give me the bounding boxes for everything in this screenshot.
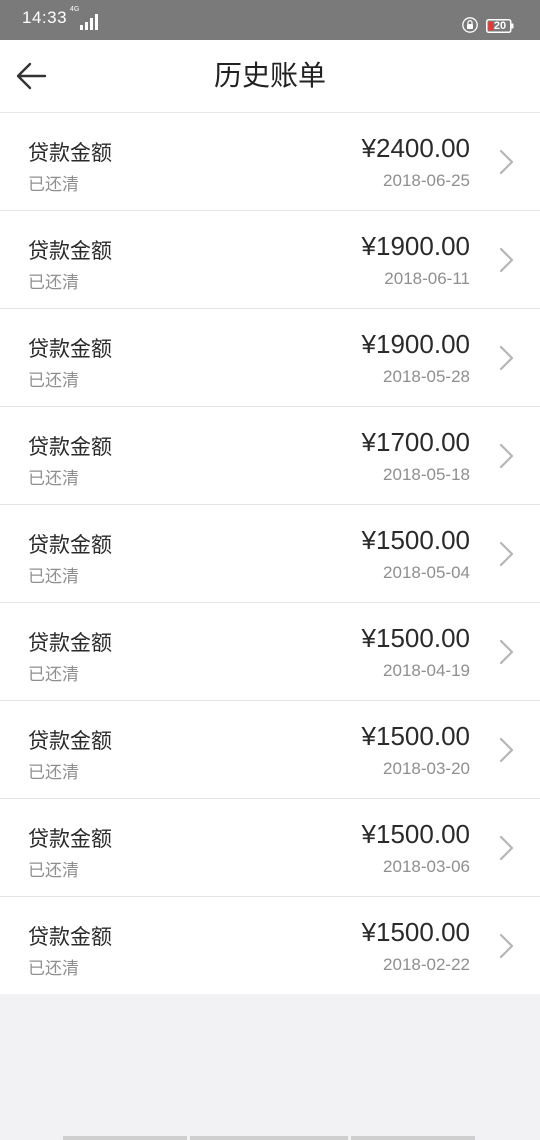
nav-gesture-bar[interactable] <box>190 1136 348 1140</box>
bill-label: 贷款金额 <box>28 729 112 753</box>
bill-label: 贷款金额 <box>28 435 112 459</box>
bill-amount: ¥1900.00 <box>361 231 470 261</box>
bill-date: 2018-03-06 <box>383 857 470 876</box>
bill-row[interactable]: 贷款金额 已还清 ¥1900.00 2018-06-11 <box>0 211 540 309</box>
page-title: 历史账单 <box>213 59 326 92</box>
bill-amount: ¥1500.00 <box>361 721 470 751</box>
chevron-right-icon <box>499 443 514 469</box>
status-time: 14:33 <box>22 8 68 27</box>
bill-amount: ¥2400.00 <box>361 133 470 163</box>
bill-date: 2018-02-22 <box>383 955 470 974</box>
chevron-right-icon <box>499 737 514 763</box>
bill-amount: ¥1500.00 <box>361 525 470 555</box>
bill-row[interactable]: 贷款金额 已还清 ¥1500.00 2018-05-04 <box>0 505 540 603</box>
bill-amount: ¥1500.00 <box>361 623 470 653</box>
bill-row[interactable]: 贷款金额 已还清 ¥1500.00 2018-03-20 <box>0 701 540 799</box>
bill-row[interactable]: 贷款金额 已还清 ¥2400.00 2018-06-25 <box>0 113 540 211</box>
bill-amount: ¥1700.00 <box>361 427 470 457</box>
bill-status: 已还清 <box>28 763 79 783</box>
bill-date: 2018-05-28 <box>383 367 470 386</box>
chevron-right-icon <box>499 835 514 861</box>
bill-status: 已还清 <box>28 861 79 881</box>
network-type-label: 4G <box>70 6 80 13</box>
bill-amount: ¥1500.00 <box>361 819 470 849</box>
bill-status: 已还清 <box>28 959 79 979</box>
bill-status: 已还清 <box>28 567 79 587</box>
bill-status: 已还清 <box>28 469 79 489</box>
signal-strength-icon <box>80 14 98 30</box>
bill-date: 2018-06-11 <box>384 269 470 288</box>
header-bar: 历史账单 <box>0 40 540 113</box>
bill-label: 贷款金额 <box>28 925 112 949</box>
bill-date: 2018-04-19 <box>383 661 470 680</box>
bill-status: 已还清 <box>28 371 79 391</box>
bill-amount: ¥1900.00 <box>361 329 470 359</box>
bill-label: 贷款金额 <box>28 533 112 557</box>
bill-row[interactable]: 贷款金额 已还清 ¥1500.00 2018-02-22 <box>0 897 540 994</box>
screen-lock-icon <box>462 17 478 33</box>
bill-label: 贷款金额 <box>28 827 112 851</box>
bill-row[interactable]: 贷款金额 已还清 ¥1900.00 2018-05-28 <box>0 309 540 407</box>
back-button[interactable] <box>12 56 52 96</box>
bill-row[interactable]: 贷款金额 已还清 ¥1700.00 2018-05-18 <box>0 407 540 505</box>
bill-date: 2018-03-20 <box>383 759 470 778</box>
chevron-right-icon <box>499 247 514 273</box>
bill-list: 贷款金额 已还清 ¥2400.00 2018-06-25 贷款金额 已还清 ¥1… <box>0 113 540 994</box>
chevron-right-icon <box>499 933 514 959</box>
status-bar: 14:33 4G 20 <box>0 0 540 40</box>
bill-date: 2018-05-18 <box>383 465 470 484</box>
bill-label: 贷款金额 <box>28 141 112 165</box>
bill-row[interactable]: 贷款金额 已还清 ¥1500.00 2018-04-19 <box>0 603 540 701</box>
bill-label: 贷款金额 <box>28 337 112 361</box>
bill-status: 已还清 <box>28 273 79 293</box>
bill-status: 已还清 <box>28 175 79 195</box>
bill-date: 2018-05-04 <box>383 563 470 582</box>
bill-label: 贷款金额 <box>28 631 112 655</box>
bill-row[interactable]: 贷款金额 已还清 ¥1500.00 2018-03-06 <box>0 799 540 897</box>
bill-status: 已还清 <box>28 665 79 685</box>
battery-level: 20 <box>493 20 507 32</box>
chevron-right-icon <box>499 149 514 175</box>
chevron-right-icon <box>499 541 514 567</box>
chevron-right-icon <box>499 639 514 665</box>
nav-gesture-bar[interactable] <box>63 1136 187 1140</box>
nav-gesture-bar[interactable] <box>351 1136 475 1140</box>
chevron-right-icon <box>499 345 514 371</box>
bill-date: 2018-06-25 <box>383 171 470 190</box>
back-arrow-icon <box>16 62 47 90</box>
bill-label: 贷款金额 <box>28 239 112 263</box>
bill-amount: ¥1500.00 <box>361 917 470 947</box>
